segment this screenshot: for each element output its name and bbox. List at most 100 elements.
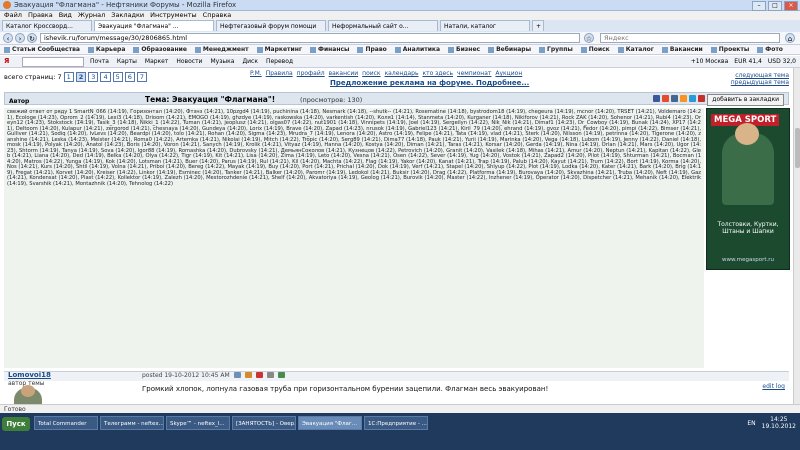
bookmark-item[interactable]: Вебинары xyxy=(488,45,531,54)
bookmark-item[interactable]: Аналитика xyxy=(394,45,440,54)
bookmark-item[interactable]: Право xyxy=(357,45,387,54)
yandex-service-item[interactable]: Карты xyxy=(117,56,137,67)
reload-icon[interactable]: ↻ xyxy=(27,33,37,43)
yandex-service-item[interactable]: Почта xyxy=(90,56,109,67)
minimize-button[interactable]: – xyxy=(752,1,766,11)
menu-edit[interactable]: Правка xyxy=(28,11,53,20)
page-link[interactable]: 5 xyxy=(112,72,123,82)
yandex-search-input[interactable] xyxy=(22,57,84,67)
taskbar-item[interactable]: Телеграмм - neftex... xyxy=(100,416,164,430)
share-icon[interactable] xyxy=(653,95,660,102)
link-rules[interactable]: Правила xyxy=(266,70,293,77)
page-link[interactable]: 4 xyxy=(100,72,111,82)
yandex-service-item[interactable]: Маркет xyxy=(145,56,168,67)
clock[interactable]: 14:25 19.10.2012 xyxy=(762,416,796,430)
edit-icon[interactable] xyxy=(267,372,274,378)
usd-rate[interactable]: USD 32,0 xyxy=(768,56,796,67)
menu-help[interactable]: Справка xyxy=(203,11,232,20)
page-link[interactable]: 6 xyxy=(124,72,135,82)
link-calendar[interactable]: календарь xyxy=(385,70,419,77)
email-icon[interactable] xyxy=(245,372,252,378)
page-link-current[interactable]: 2 xyxy=(75,72,87,82)
link-who-here[interactable]: кто здесь xyxy=(422,70,453,77)
new-tab-button[interactable]: + xyxy=(532,20,544,31)
menu-tools[interactable]: Инструменты xyxy=(150,11,197,20)
bookmark-icon xyxy=(617,46,624,53)
link-auction[interactable]: Аукцион xyxy=(495,70,522,77)
share-icon[interactable] xyxy=(671,95,678,102)
promo-link[interactable]: Предложение реклама на форуме. Подробнее… xyxy=(330,79,529,87)
link-search[interactable]: поиск xyxy=(362,70,380,77)
bookmark-item[interactable]: Поиск xyxy=(580,45,610,54)
yandex-service-item[interactable]: Перевод xyxy=(266,56,293,67)
post-author[interactable]: Lomovoi18 xyxy=(8,371,51,379)
bookmark-item[interactable]: Фото xyxy=(757,45,783,54)
link-vacancies[interactable]: вакансии xyxy=(329,70,359,77)
star-icon[interactable]: ☆ xyxy=(584,33,594,43)
taskbar-item[interactable]: 1С:Предприятие - ... xyxy=(364,416,428,430)
share-icon[interactable] xyxy=(680,95,687,102)
report-icon[interactable] xyxy=(256,372,263,378)
taskbar-item[interactable]: Skype™ - neftex_l... xyxy=(166,416,230,430)
ad-figure-head xyxy=(735,123,759,145)
bookmark-item[interactable]: Статьи Сообщества xyxy=(4,45,80,54)
taskbar-item-active[interactable]: Эвакуация "Флаг... xyxy=(298,416,362,430)
share-icons xyxy=(653,95,714,102)
bookmark-item[interactable]: Менеджмент xyxy=(194,45,249,54)
yandex-service-item[interactable]: Музыка xyxy=(210,56,234,67)
bookmark-item[interactable]: Бизнес xyxy=(448,45,480,54)
link-championship[interactable]: чемпионат xyxy=(457,70,491,77)
profile-icon[interactable] xyxy=(234,372,241,378)
edit-log-link[interactable]: edit log xyxy=(762,383,785,390)
post-header xyxy=(4,371,789,381)
menu-view[interactable]: Вид xyxy=(59,11,72,20)
maximize-button[interactable]: □ xyxy=(768,1,782,11)
close-button[interactable]: × xyxy=(784,1,798,11)
language-indicator[interactable]: EN xyxy=(747,420,755,427)
eur-rate[interactable]: EUR 41,4 xyxy=(734,56,762,67)
start-button[interactable]: Пуск xyxy=(2,417,30,431)
link-pm[interactable]: P.M. xyxy=(250,70,262,77)
share-icon[interactable] xyxy=(689,95,696,102)
bookmark-item[interactable]: Маркетинг xyxy=(256,45,302,54)
menu-bookmarks[interactable]: Закладки xyxy=(111,11,144,20)
address-bar[interactable]: ishevik.ru/forum/message/30/2806865.html xyxy=(40,33,580,43)
bookmark-item[interactable]: Образование xyxy=(133,45,187,54)
taskbar-item[interactable]: Total Commander xyxy=(34,416,98,430)
link-profile[interactable]: профайл xyxy=(297,70,325,77)
menu-file[interactable]: Файл xyxy=(4,11,22,20)
tab-3[interactable]: Нефтегазовый форум помощи xyxy=(216,20,326,31)
tab-1[interactable]: Каталог Кроссворд... xyxy=(2,20,92,31)
tab-5[interactable]: Натали, каталог xyxy=(440,20,530,31)
page-link[interactable]: 3 xyxy=(88,72,99,82)
add-to-favorites-button[interactable]: добавить в закладки xyxy=(707,94,784,106)
search-input[interactable]: Яндекс xyxy=(600,33,780,43)
back-icon[interactable]: ‹ xyxy=(3,33,13,43)
tab-4[interactable]: Неформальный сайт о... xyxy=(328,20,438,31)
bookmark-item[interactable]: Группы xyxy=(539,45,573,54)
bookmark-item[interactable]: Карьера xyxy=(87,45,125,54)
prev-topic-link[interactable]: предыдущая тема xyxy=(731,79,789,86)
quote-icon[interactable] xyxy=(278,372,285,378)
next-topic-link[interactable]: следующая тема xyxy=(731,72,789,79)
bookmark-item[interactable]: Финансы xyxy=(310,45,349,54)
pagination: всего страниц: 7 1 2 3 4 5 6 7 xyxy=(4,72,147,82)
yandex-service-item[interactable]: Новости xyxy=(176,56,202,67)
home-icon[interactable]: ⌂ xyxy=(785,33,795,43)
tab-2-active[interactable]: Эвакуация "Флагмана" ... xyxy=(94,20,214,31)
bookmark-item[interactable]: Вакансии xyxy=(661,45,703,54)
weather-readout[interactable]: +10 Москва xyxy=(691,56,729,67)
scrollbar-thumb[interactable] xyxy=(795,128,800,168)
share-icon[interactable] xyxy=(662,95,669,102)
ad-banner[interactable]: MEGA SPORT Толстовки, Куртки, Штаны и Ша… xyxy=(706,108,790,270)
menu-history[interactable]: Журнал xyxy=(78,11,105,20)
page-link[interactable]: 7 xyxy=(136,72,147,82)
bookmark-item[interactable]: Проекты xyxy=(710,45,749,54)
bookmark-item[interactable]: Каталог xyxy=(617,45,654,54)
page-scrollbar[interactable] xyxy=(793,68,800,404)
share-icon[interactable] xyxy=(698,95,705,102)
yandex-service-item[interactable]: Диск xyxy=(242,56,258,67)
taskbar-item[interactable]: [ЗАНЯТОСТЬ] - Овер... xyxy=(232,416,296,430)
page-link[interactable]: 1 xyxy=(63,72,74,82)
forward-icon[interactable]: › xyxy=(15,33,25,43)
